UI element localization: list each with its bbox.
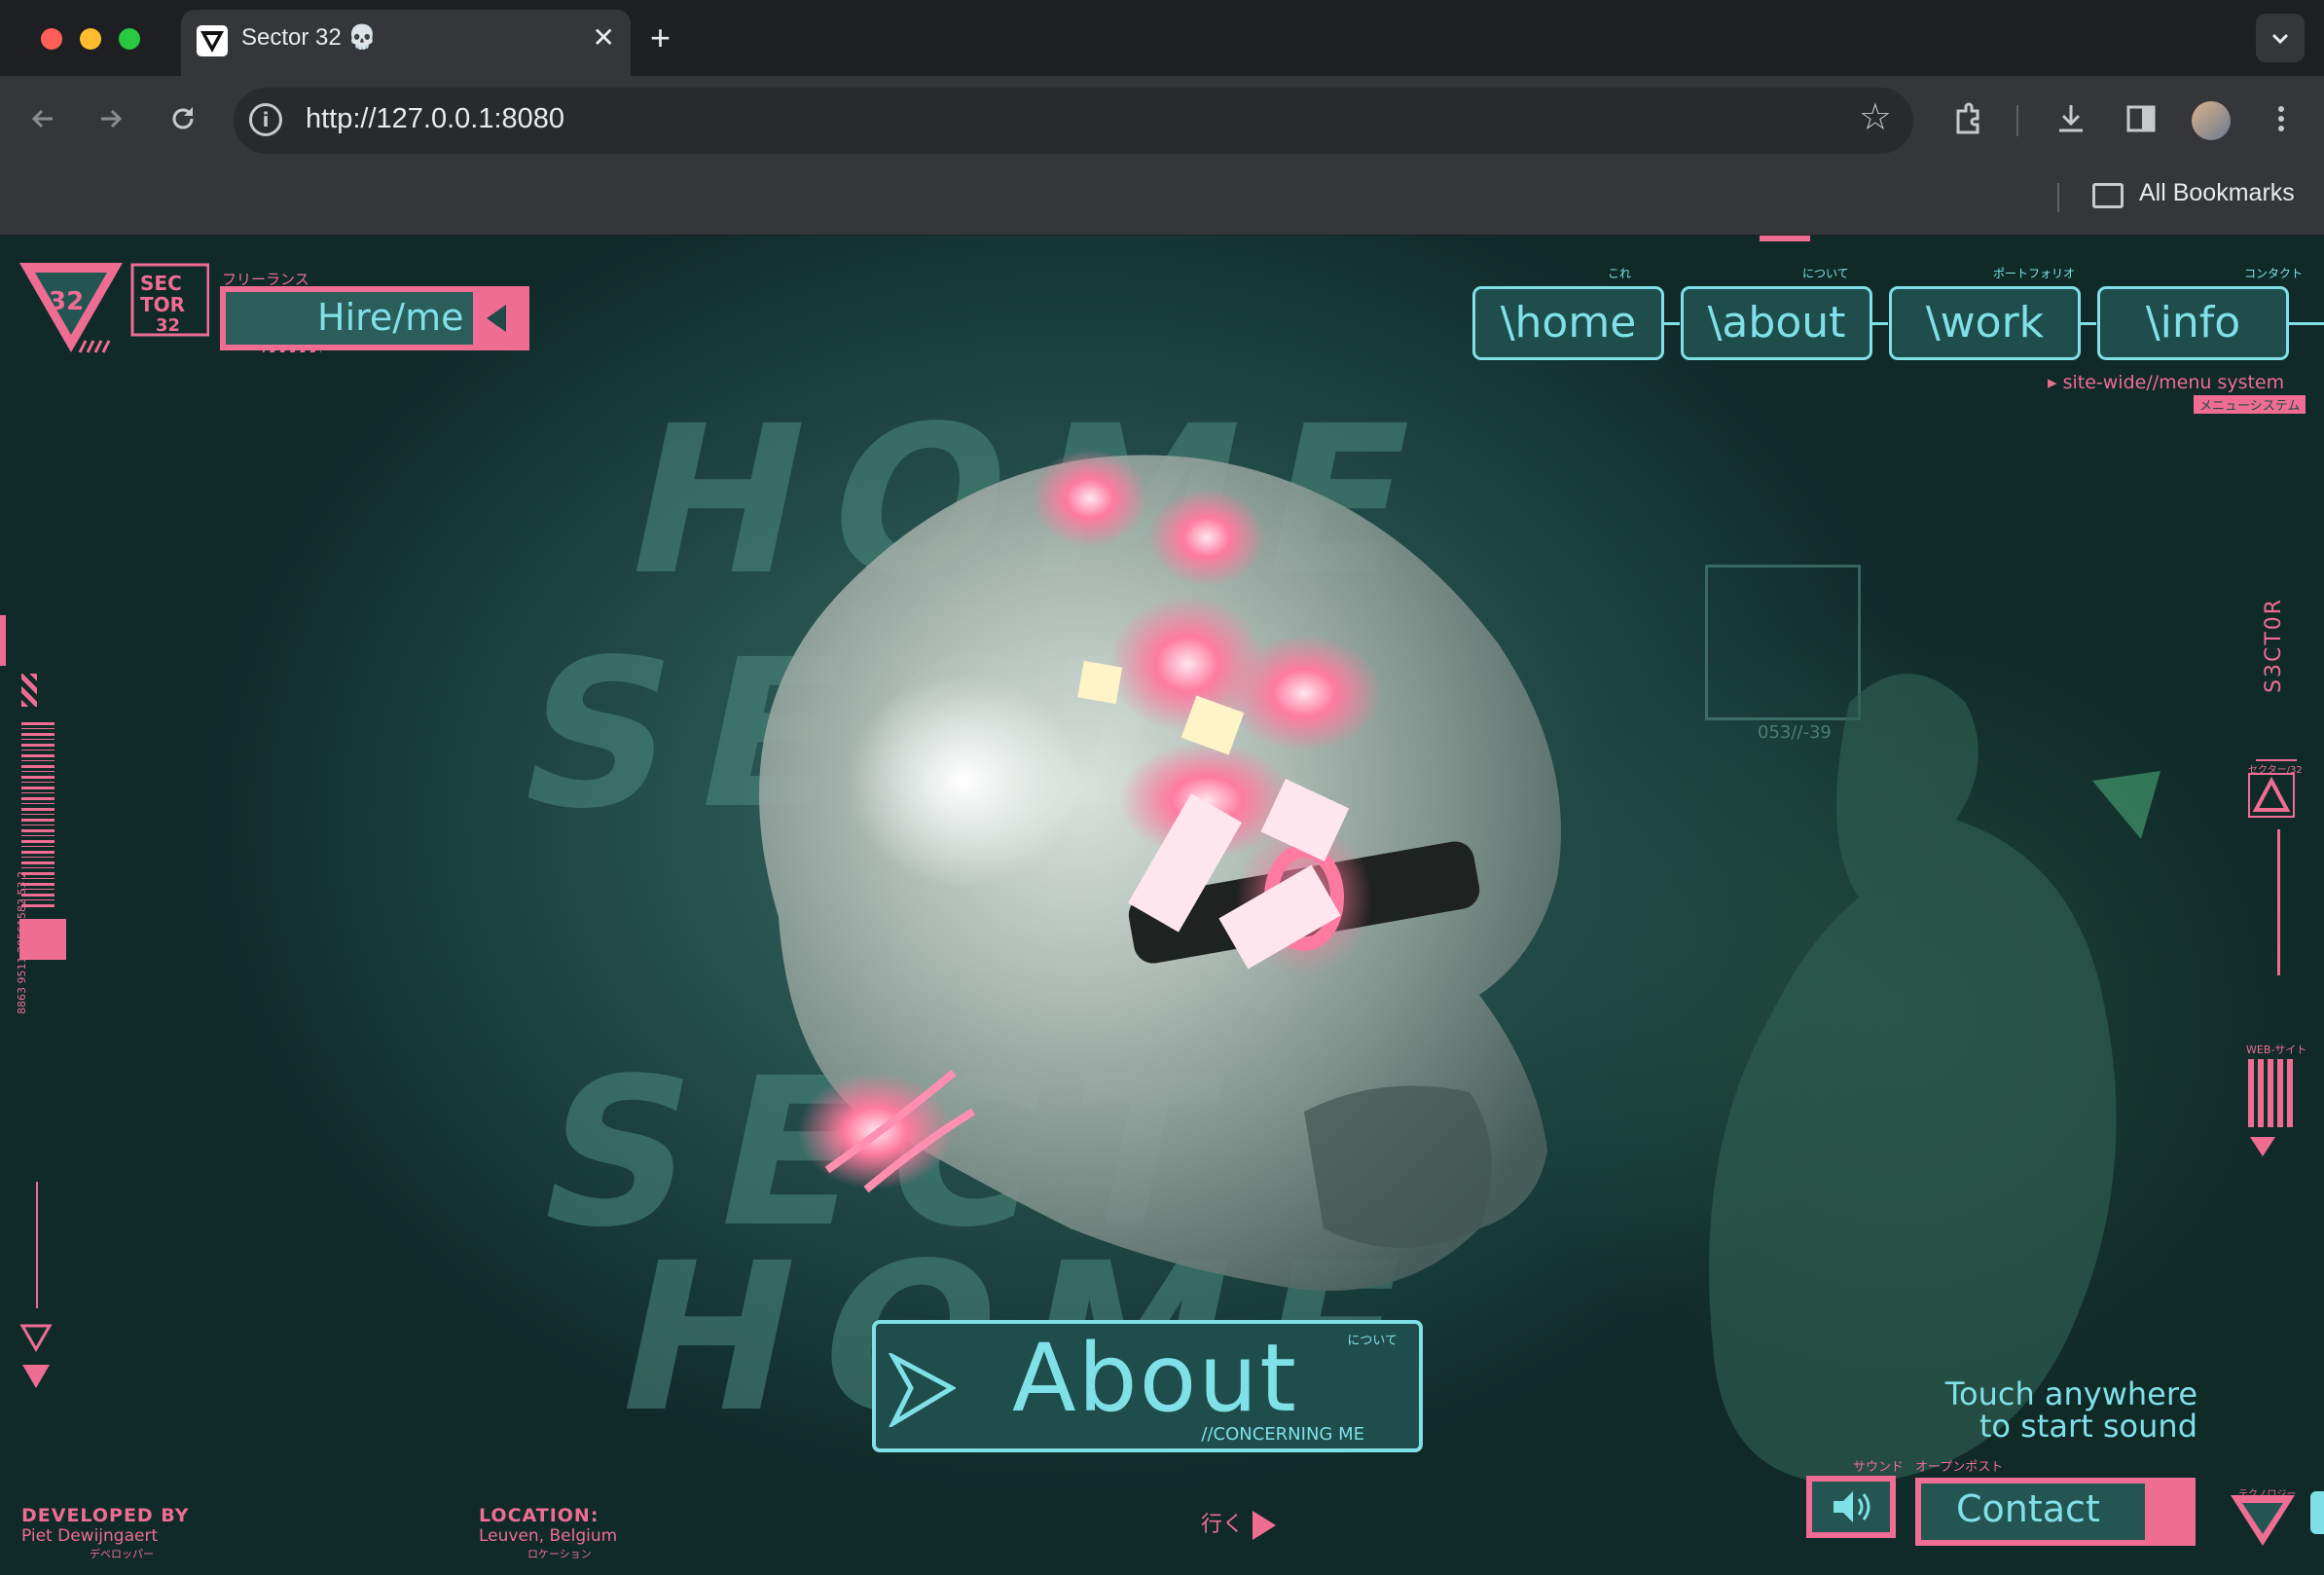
go-link[interactable]: 行く: [1201, 1507, 1278, 1542]
sound-hint: Touch anywhere to start sound: [1945, 1378, 2197, 1443]
bookmark-star-icon[interactable]: ☆: [1859, 95, 1892, 138]
download-icon[interactable]: [2053, 101, 2088, 136]
site-info-icon[interactable]: i: [249, 103, 282, 136]
bookmarks-divider: [2057, 183, 2059, 212]
back-icon[interactable]: [27, 103, 58, 134]
hire-stripes: [263, 347, 321, 352]
nav-work-jp: ポートフォリオ: [1993, 267, 2076, 280]
right-vertical-title: S3CT0R: [2262, 597, 2286, 693]
triangle-badge-icon: [2248, 773, 2295, 818]
nav-home-jp: これ: [1608, 267, 1632, 280]
close-tab-icon[interactable]: ✕: [593, 21, 615, 54]
contact-accent-bar: [2145, 1478, 2196, 1546]
location-value: Leuven, Belgium: [479, 1526, 618, 1546]
about-subtitle: //CONCERNING ME: [1201, 1424, 1364, 1445]
developer-jp: デベロッパー: [90, 1548, 154, 1560]
extensions-icon[interactable]: [1950, 101, 1985, 136]
scroll-down-icon[interactable]: [19, 1324, 53, 1392]
left-rail-indicator: [0, 615, 6, 666]
browser-toolbar: i http://127.0.0.1:8080 ☆: [0, 76, 2324, 169]
forward-icon[interactable]: [95, 103, 127, 134]
svg-text:32: 32: [156, 315, 180, 336]
nav-home[interactable]: \home: [1472, 286, 1664, 360]
contact-jp-label: オープンポスト: [1915, 1460, 2004, 1475]
more-menu-icon[interactable]: [2264, 101, 2299, 136]
nav-connector: [2081, 322, 2096, 325]
profile-avatar[interactable]: [2192, 101, 2231, 140]
toolbar-divider: [2016, 105, 2018, 136]
svg-text:SEC: SEC: [140, 272, 182, 295]
address-bar[interactable]: i http://127.0.0.1:8080 ☆: [234, 88, 1913, 154]
about-jp-label: について: [1347, 1334, 1398, 1348]
close-window-button[interactable]: [41, 28, 62, 50]
sound-toggle-button[interactable]: [1806, 1476, 1896, 1538]
favicon-icon: [197, 25, 228, 56]
bookmarks-bar: All Bookmarks: [0, 169, 2324, 236]
sitewide-text: site-wide//menu system: [2062, 372, 2285, 393]
sector-32-logo: 32 SEC TOR 32: [19, 263, 209, 353]
nav-about-jp: について: [1802, 267, 1849, 280]
checker-pattern: [21, 674, 37, 707]
go-label: 行く: [1201, 1513, 1245, 1537]
nav-connector: [1872, 322, 1888, 325]
all-bookmarks-link[interactable]: All Bookmarks: [2139, 179, 2295, 207]
contact-button[interactable]: Contact: [1915, 1478, 2196, 1546]
arrow-left-icon: [473, 292, 524, 345]
sound-hint-line2: to start sound: [1979, 1408, 2197, 1445]
developer-credit: DEVELOPED BY Piet Dewijngaert デベロッパー: [21, 1505, 190, 1561]
sound-hint-line1: Touch anywhere: [1944, 1375, 2197, 1412]
svg-text:32: 32: [49, 287, 84, 316]
browser-tab[interactable]: Sector 32 💀 ✕: [181, 10, 631, 76]
browser-tab-bar: Sector 32 💀 ✕ +: [0, 0, 2324, 76]
nav-active-indicator: [1760, 236, 1810, 241]
side-panel-icon[interactable]: [2124, 101, 2159, 136]
about-title: About: [1012, 1324, 1298, 1433]
web-page[interactable]: HOME SECT SECT HOME 053//-39: [0, 236, 2324, 1575]
tab-search-button[interactable]: [2256, 14, 2305, 62]
developer-name: Piet Dewijngaert: [21, 1526, 159, 1546]
about-section-button[interactable]: About //CONCERNING ME について: [872, 1320, 1423, 1452]
reload-icon[interactable]: [167, 103, 199, 134]
url-text: http://127.0.0.1:8080: [306, 103, 565, 134]
go-arrow-icon: [1253, 1511, 1277, 1540]
nav-connector: [2289, 322, 2324, 325]
folder-icon[interactable]: [2092, 183, 2124, 208]
tab-title: Sector 32 💀: [241, 24, 378, 51]
left-badge-icon: [19, 919, 66, 960]
nav-info[interactable]: \info: [2097, 286, 2289, 360]
maximize-window-button[interactable]: [119, 28, 140, 50]
glass-skull-illustration: [759, 450, 1561, 1291]
contact-label: Contact: [1956, 1487, 2100, 1530]
right-web-label: WEB-サイト: [2246, 1044, 2307, 1056]
sitewide-label: ▸ site-wide//menu system: [2048, 372, 2285, 393]
nav-connector: [1664, 322, 1680, 325]
left-scroll-line: [36, 1182, 38, 1308]
location-jp: ロケーション: [527, 1548, 592, 1560]
corner-logo-icon: [2231, 1495, 2295, 1546]
developed-by-title: DEVELOPED BY: [21, 1505, 190, 1526]
triangle-down-icon: [2250, 1137, 2275, 1156]
sound-jp-label: サウンド: [1853, 1460, 1905, 1475]
right-glyph-block: [2248, 1059, 2297, 1127]
play-arrow-icon: [888, 1353, 956, 1427]
right-scroll-line: [2277, 829, 2280, 975]
nav-work[interactable]: \work: [1889, 286, 2081, 360]
nav-about[interactable]: \about: [1681, 286, 1872, 360]
speaker-icon: [1834, 1491, 1870, 1522]
new-tab-button[interactable]: +: [650, 18, 671, 58]
hire-me-label: Hire/me: [317, 296, 464, 339]
location-info: LOCATION: Leuven, Belgium ロケーション: [438, 1505, 617, 1561]
location-title: LOCATION:: [479, 1505, 599, 1526]
sitewide-jp-badge: メニューシステム: [2194, 395, 2306, 414]
nav-info-jp: コンタクト: [2244, 267, 2304, 280]
svg-text:TOR: TOR: [140, 293, 185, 316]
minimize-window-button[interactable]: [80, 28, 101, 50]
right-edge-tab[interactable]: [2310, 1491, 2324, 1534]
hire-me-button[interactable]: Hire/me: [220, 286, 529, 350]
background-silhouette: [1709, 674, 2161, 1484]
